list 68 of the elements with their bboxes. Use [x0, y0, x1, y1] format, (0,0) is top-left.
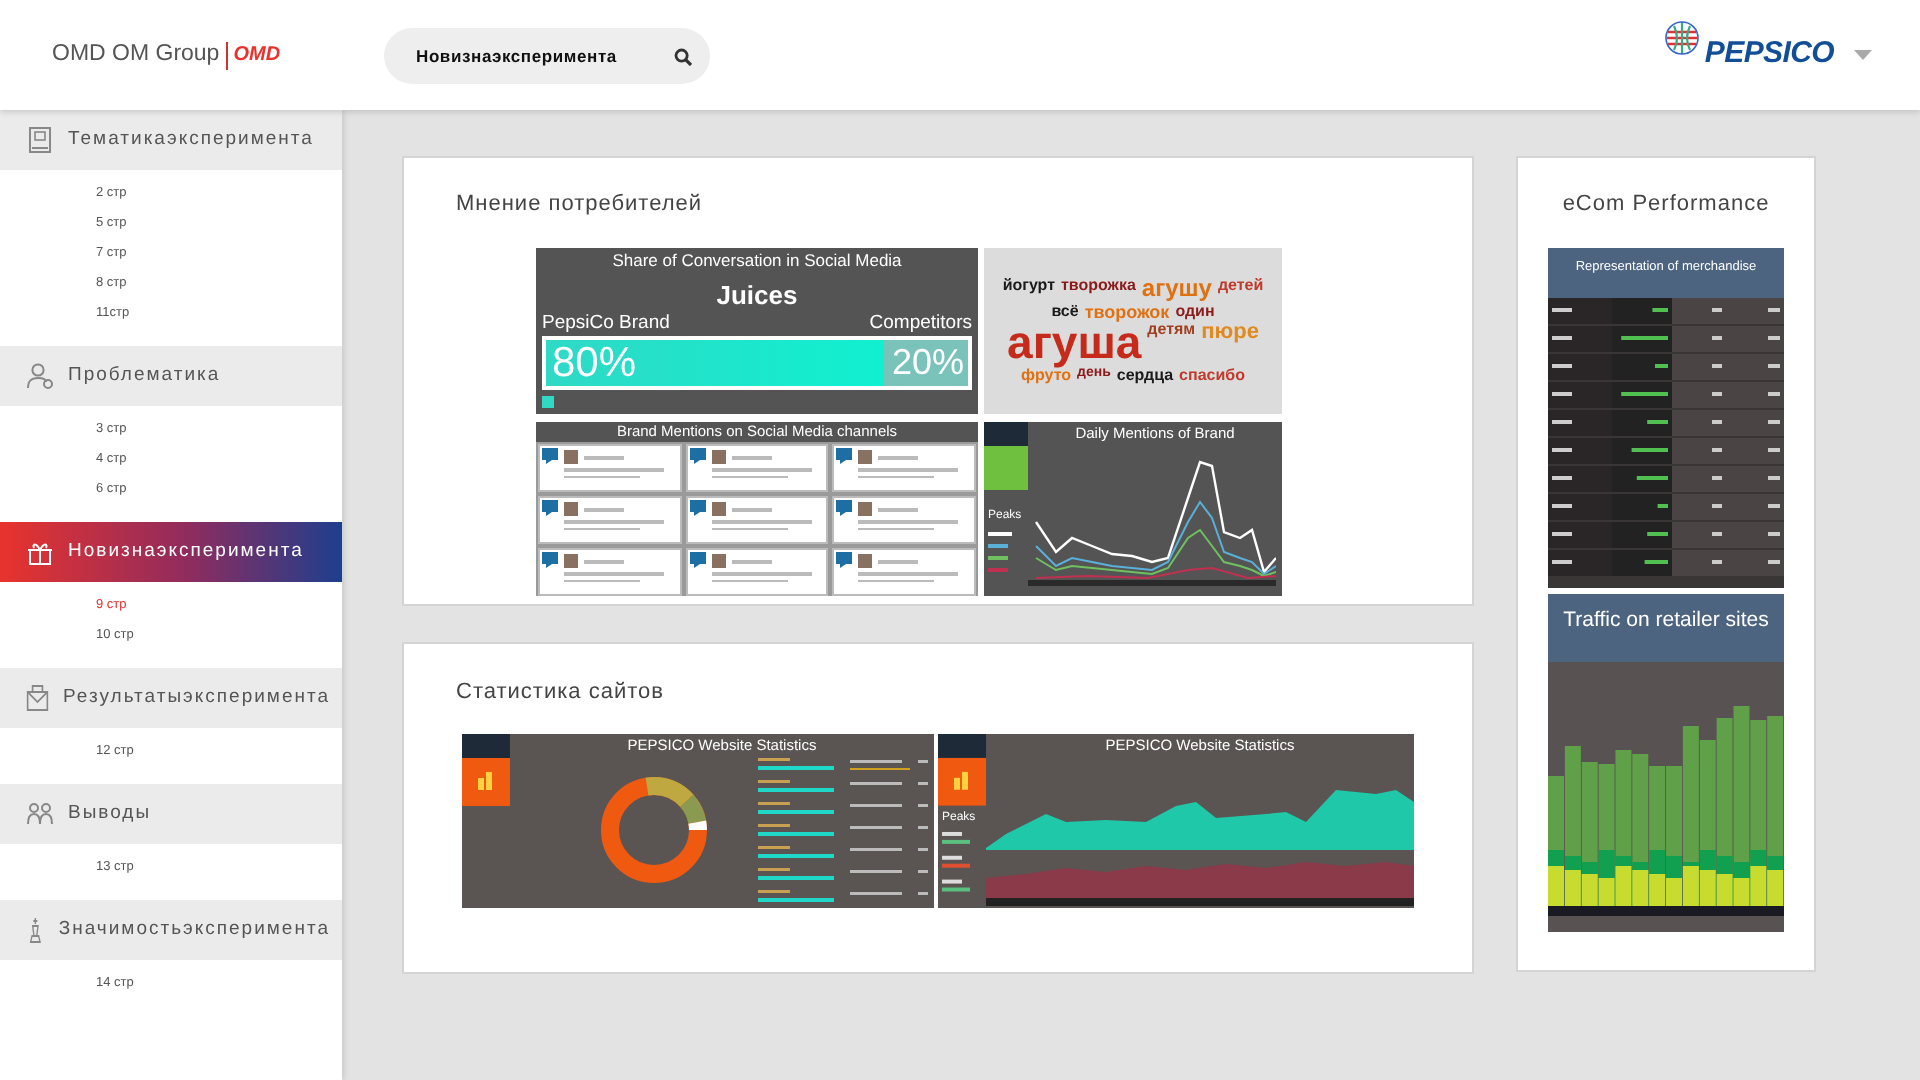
- chat-icon: [689, 448, 706, 465]
- avatar-icon: [858, 502, 873, 517]
- cloud-word: фруто: [1021, 368, 1072, 384]
- search-field[interactable]: Новизнаэксперимента: [384, 27, 710, 83]
- sidebar-section-header[interactable]: Новизнаэксперимента: [0, 522, 342, 582]
- tile-title: Traffic on retailer sites: [1548, 594, 1784, 662]
- logo-mark: OMD: [233, 42, 281, 70]
- share-value: 80%: [552, 338, 637, 389]
- cloud-word: один: [1175, 303, 1215, 321]
- avatar-icon: [711, 450, 726, 465]
- brand-logo-text: PEPSICO: [1704, 34, 1834, 75]
- chat-icon: [542, 552, 558, 569]
- sidebar-section-header[interactable]: Проблематика: [0, 346, 342, 406]
- analytics-icon: [462, 758, 510, 806]
- chess-piece-icon: [26, 916, 45, 944]
- book-icon: [26, 126, 54, 154]
- chat-icon: [542, 500, 558, 517]
- avatar-icon: [858, 450, 873, 465]
- avatar-icon: [564, 502, 578, 517]
- share-value: 20%: [891, 340, 964, 387]
- chat-icon: [689, 552, 706, 569]
- cloud-word: детям: [1147, 322, 1196, 343]
- analytics-icon: [938, 757, 986, 806]
- cloud-word: агуша: [1007, 322, 1142, 367]
- chat-icon: [836, 552, 853, 569]
- panel-block-icon: [984, 446, 1028, 490]
- avatar-icon: [564, 450, 578, 465]
- person-icon: [26, 362, 54, 390]
- card-title: Статистика сайтов: [456, 678, 664, 706]
- sidebar-section-header[interactable]: Значимостьэксперимента: [0, 900, 342, 960]
- card-title: eCom Performance: [1562, 190, 1770, 218]
- navigation-block-icon: [462, 734, 510, 758]
- competitors-label: Competitors: [869, 313, 972, 335]
- gift-icon: [26, 538, 54, 566]
- tile-title: Share of Conversation in Social Media: [612, 252, 902, 271]
- sidebar-section-header[interactable]: Тематикаэксперимента: [0, 110, 342, 170]
- cloud-word: творожка: [1061, 278, 1136, 299]
- cloud-word: детей: [1217, 278, 1264, 299]
- chat-icon: [836, 500, 853, 517]
- category-label: Juices: [716, 282, 798, 312]
- people-icon: [26, 800, 54, 828]
- search-icon: [674, 47, 692, 65]
- cloud-word: спасибо: [1179, 368, 1245, 384]
- cloud-word: йогурт: [1002, 278, 1055, 299]
- navigation-block-icon: [938, 734, 986, 758]
- cloud-word: всё: [1051, 303, 1079, 321]
- cloud-word: агушу: [1141, 278, 1212, 302]
- sidebar-section-header[interactable]: Результатыэксперимента: [0, 668, 342, 728]
- brand-label: PepsiCo Brand: [542, 313, 670, 335]
- legend-swatch-icon: [542, 396, 554, 409]
- avatar-icon: [711, 502, 726, 517]
- avatar-icon: [564, 554, 578, 569]
- legend-drawing: [988, 529, 1016, 578]
- cloud-word: творожок: [1084, 303, 1170, 321]
- cloud-word: пюре: [1201, 322, 1259, 349]
- chat-icon: [836, 448, 853, 465]
- globe-icon: [1664, 20, 1701, 57]
- chat-icon: [689, 500, 706, 517]
- sidebar-section-header[interactable]: Выводы: [0, 784, 342, 844]
- avatar-icon: [858, 554, 873, 569]
- avatar-icon: [711, 554, 726, 569]
- envelope-icon: [26, 684, 49, 712]
- navigation-block-icon: [984, 422, 1028, 446]
- cloud-word: сердца: [1116, 368, 1174, 384]
- chat-icon: [542, 448, 558, 465]
- logo-text: OMD OM Group: [52, 39, 220, 70]
- caret-icon: [1854, 50, 1872, 60]
- card-title: Мнение потребителей: [456, 190, 703, 218]
